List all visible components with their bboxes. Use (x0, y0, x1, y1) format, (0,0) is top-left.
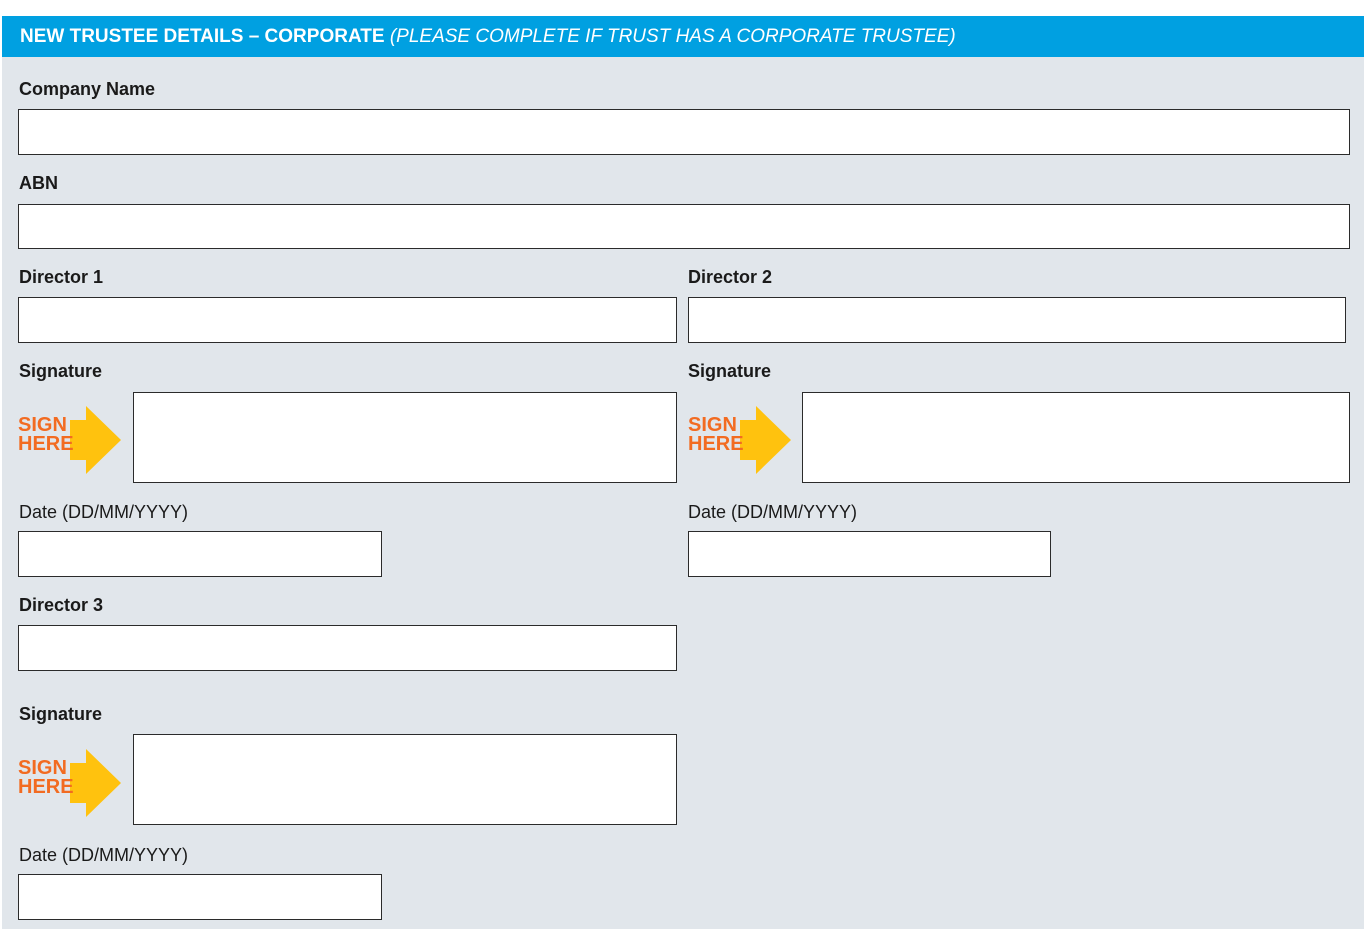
director-3-signature-label: Signature (19, 704, 103, 724)
director-3-field[interactable] (18, 625, 677, 671)
director-1-field[interactable] (18, 297, 677, 343)
director-2-field[interactable] (688, 297, 1346, 343)
director-2-signature-box[interactable] (802, 392, 1350, 483)
company-name-label: Company Name (19, 79, 156, 99)
abn-field[interactable] (18, 204, 1350, 249)
sign-here-marker: SIGN HERE (18, 406, 122, 476)
director-1-signature-box[interactable] (133, 392, 677, 483)
director-2-date-field[interactable] (688, 531, 1051, 577)
sign-here-line-2: HERE (18, 776, 74, 798)
abn-label: ABN (19, 173, 58, 193)
director-1-date-label: Date (DD/MM/YYYY) (19, 502, 189, 522)
company-name-field[interactable] (18, 109, 1350, 155)
director-1-label: Director 1 (19, 267, 104, 287)
director-3-signature-box[interactable] (133, 734, 677, 825)
section-note: (PLEASE COMPLETE IF TRUST HAS A CORPORAT… (389, 26, 956, 47)
section-title: NEW TRUSTEE DETAILS – CORPORATE (20, 26, 385, 47)
director-1-signature-label: Signature (19, 361, 103, 381)
section-header: NEW TRUSTEE DETAILS – CORPORATE (PLEASE … (2, 16, 1364, 57)
director-2-date-label: Date (DD/MM/YYYY) (688, 502, 858, 522)
director-1-date-field[interactable] (18, 531, 382, 577)
director-3-date-field[interactable] (18, 874, 382, 920)
sign-here-marker: SIGN HERE (688, 406, 792, 476)
director-3-label: Director 3 (19, 595, 104, 615)
director-2-label: Director 2 (688, 267, 773, 287)
director-3-date-label: Date (DD/MM/YYYY) (19, 845, 189, 865)
director-2-signature-label: Signature (688, 361, 772, 381)
sign-here-marker: SIGN HERE (18, 749, 122, 819)
sign-here-line-2: HERE (18, 433, 74, 455)
sign-here-line-2: HERE (688, 433, 744, 455)
